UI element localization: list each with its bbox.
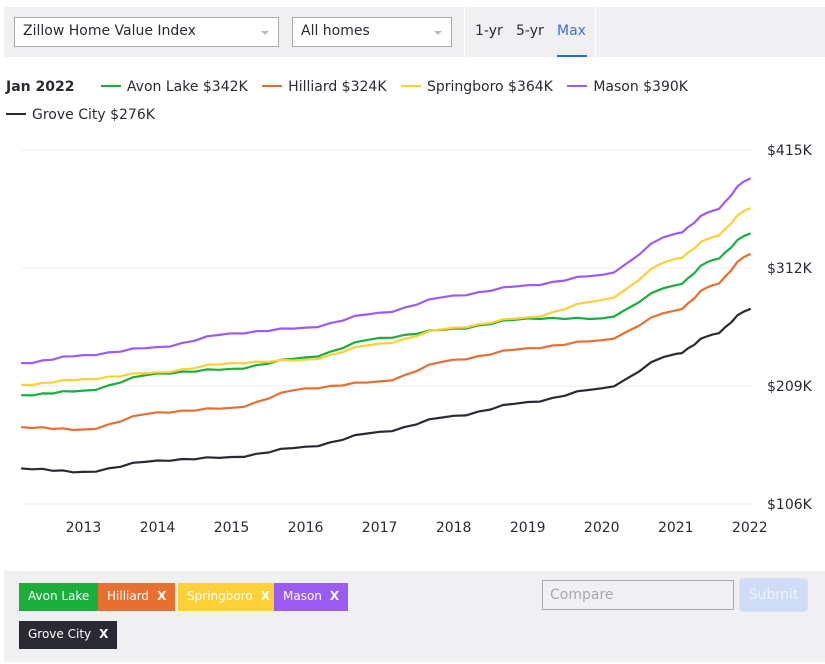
compare-input[interactable]: [542, 580, 734, 610]
y-tick-label: $415K: [767, 143, 813, 159]
compare-bar: Avon Lake Hilliard X Springboro X Mason X Grove…: [4, 571, 825, 662]
submit-button[interactable]: Submit: [739, 578, 808, 612]
remove-icon[interactable]: X: [330, 589, 339, 603]
legend-swatch: [100, 85, 121, 87]
metric-select[interactable]: Zillow Home Value Index: [14, 17, 279, 47]
x-tick-label: 2018: [436, 520, 472, 536]
x-axis: 2013 2014 2015 2016 2017 2018 2019 2020 2021 2022: [66, 520, 768, 536]
legend-label: Grove City $276K: [32, 107, 155, 123]
chip-label: Avon Lake: [28, 589, 90, 603]
home-type-select[interactable]: All homes: [292, 17, 452, 47]
chip-label: Mason: [283, 589, 322, 603]
range-tab-1yr[interactable]: 1-yr: [475, 23, 503, 39]
x-tick-label: 2016: [288, 520, 324, 536]
chevron-down-icon: [261, 31, 269, 35]
chip-label: Springboro: [187, 589, 253, 603]
series-line-hilliard[interactable]: [20, 253, 751, 432]
remove-icon[interactable]: X: [157, 589, 166, 603]
legend-item-mason: Mason $390K: [567, 73, 688, 101]
legend-item-grove-city: Grove City $276K: [6, 101, 155, 129]
legend-label: Mason $390K: [593, 79, 688, 95]
toolbar: Zillow Home Value Index All homes 1-yr 5…: [4, 7, 825, 57]
legend-label: Avon Lake $342K: [126, 79, 248, 95]
x-tick-label: 2014: [140, 520, 176, 536]
range-tab-5yr[interactable]: 5-yr: [516, 23, 544, 39]
legend-swatch: [567, 85, 588, 87]
region-chip-mason[interactable]: Mason X: [274, 583, 349, 611]
legend-label: Springboro $364K: [426, 79, 553, 95]
home-type-select-value: All homes: [301, 23, 370, 39]
region-chip-hilliard[interactable]: Hilliard X: [98, 583, 176, 611]
grid: [22, 149, 752, 505]
legend-label: Hilliard $324K: [288, 79, 387, 95]
x-tick-label: 2020: [584, 520, 620, 536]
y-tick-label: $209K: [767, 379, 813, 395]
legend-item-hilliard: Hilliard $324K: [262, 73, 387, 101]
remove-icon[interactable]: X: [261, 589, 270, 603]
region-chip-springboro[interactable]: Springboro X: [178, 583, 279, 611]
legend-swatch: [400, 85, 421, 87]
x-tick-label: 2021: [658, 520, 694, 536]
legend-item-avon-lake: Avon Lake $342K: [100, 73, 248, 101]
active-tab-indicator: [557, 55, 587, 57]
legend-swatch: [6, 113, 26, 115]
range-tab-max[interactable]: Max: [557, 23, 586, 39]
x-tick-label: 2013: [66, 520, 102, 536]
series-line-grove-city[interactable]: [20, 308, 751, 474]
remove-icon[interactable]: X: [99, 627, 108, 641]
x-tick-label: 2022: [732, 520, 768, 536]
series-line-mason[interactable]: [20, 177, 751, 365]
metric-select-value: Zillow Home Value Index: [23, 23, 196, 39]
legend-date: Jan 2022: [6, 79, 75, 95]
chart-legend: Jan 2022 Avon Lake $342K Hilliard $324K …: [6, 73, 816, 129]
legend-item-springboro: Springboro $364K: [400, 73, 553, 101]
x-tick-label: 2017: [362, 520, 398, 536]
chip-label: Grove City: [28, 627, 92, 641]
y-axis: $106K $209K $312K $415K: [767, 143, 813, 513]
region-chip-grove-city[interactable]: Grove City X: [19, 621, 118, 649]
range-tabs: 1-yr 5-yr Max: [464, 7, 596, 57]
line-chart[interactable]: $106K$209K$312K$415K 2013 2014 2015 2016 201…: [0, 130, 825, 550]
region-chip-avon-lake[interactable]: Avon Lake: [19, 583, 99, 611]
x-tick-label: 2019: [510, 520, 546, 536]
y-tick-label: $312K: [767, 261, 813, 277]
chevron-down-icon: [434, 31, 442, 35]
legend-swatch: [262, 85, 283, 87]
series-lines: [20, 177, 751, 474]
y-tick-label: $106K: [767, 497, 813, 513]
chip-label: Hilliard: [107, 589, 150, 603]
x-tick-label: 2015: [214, 520, 250, 536]
series-line-springboro[interactable]: [20, 207, 751, 387]
